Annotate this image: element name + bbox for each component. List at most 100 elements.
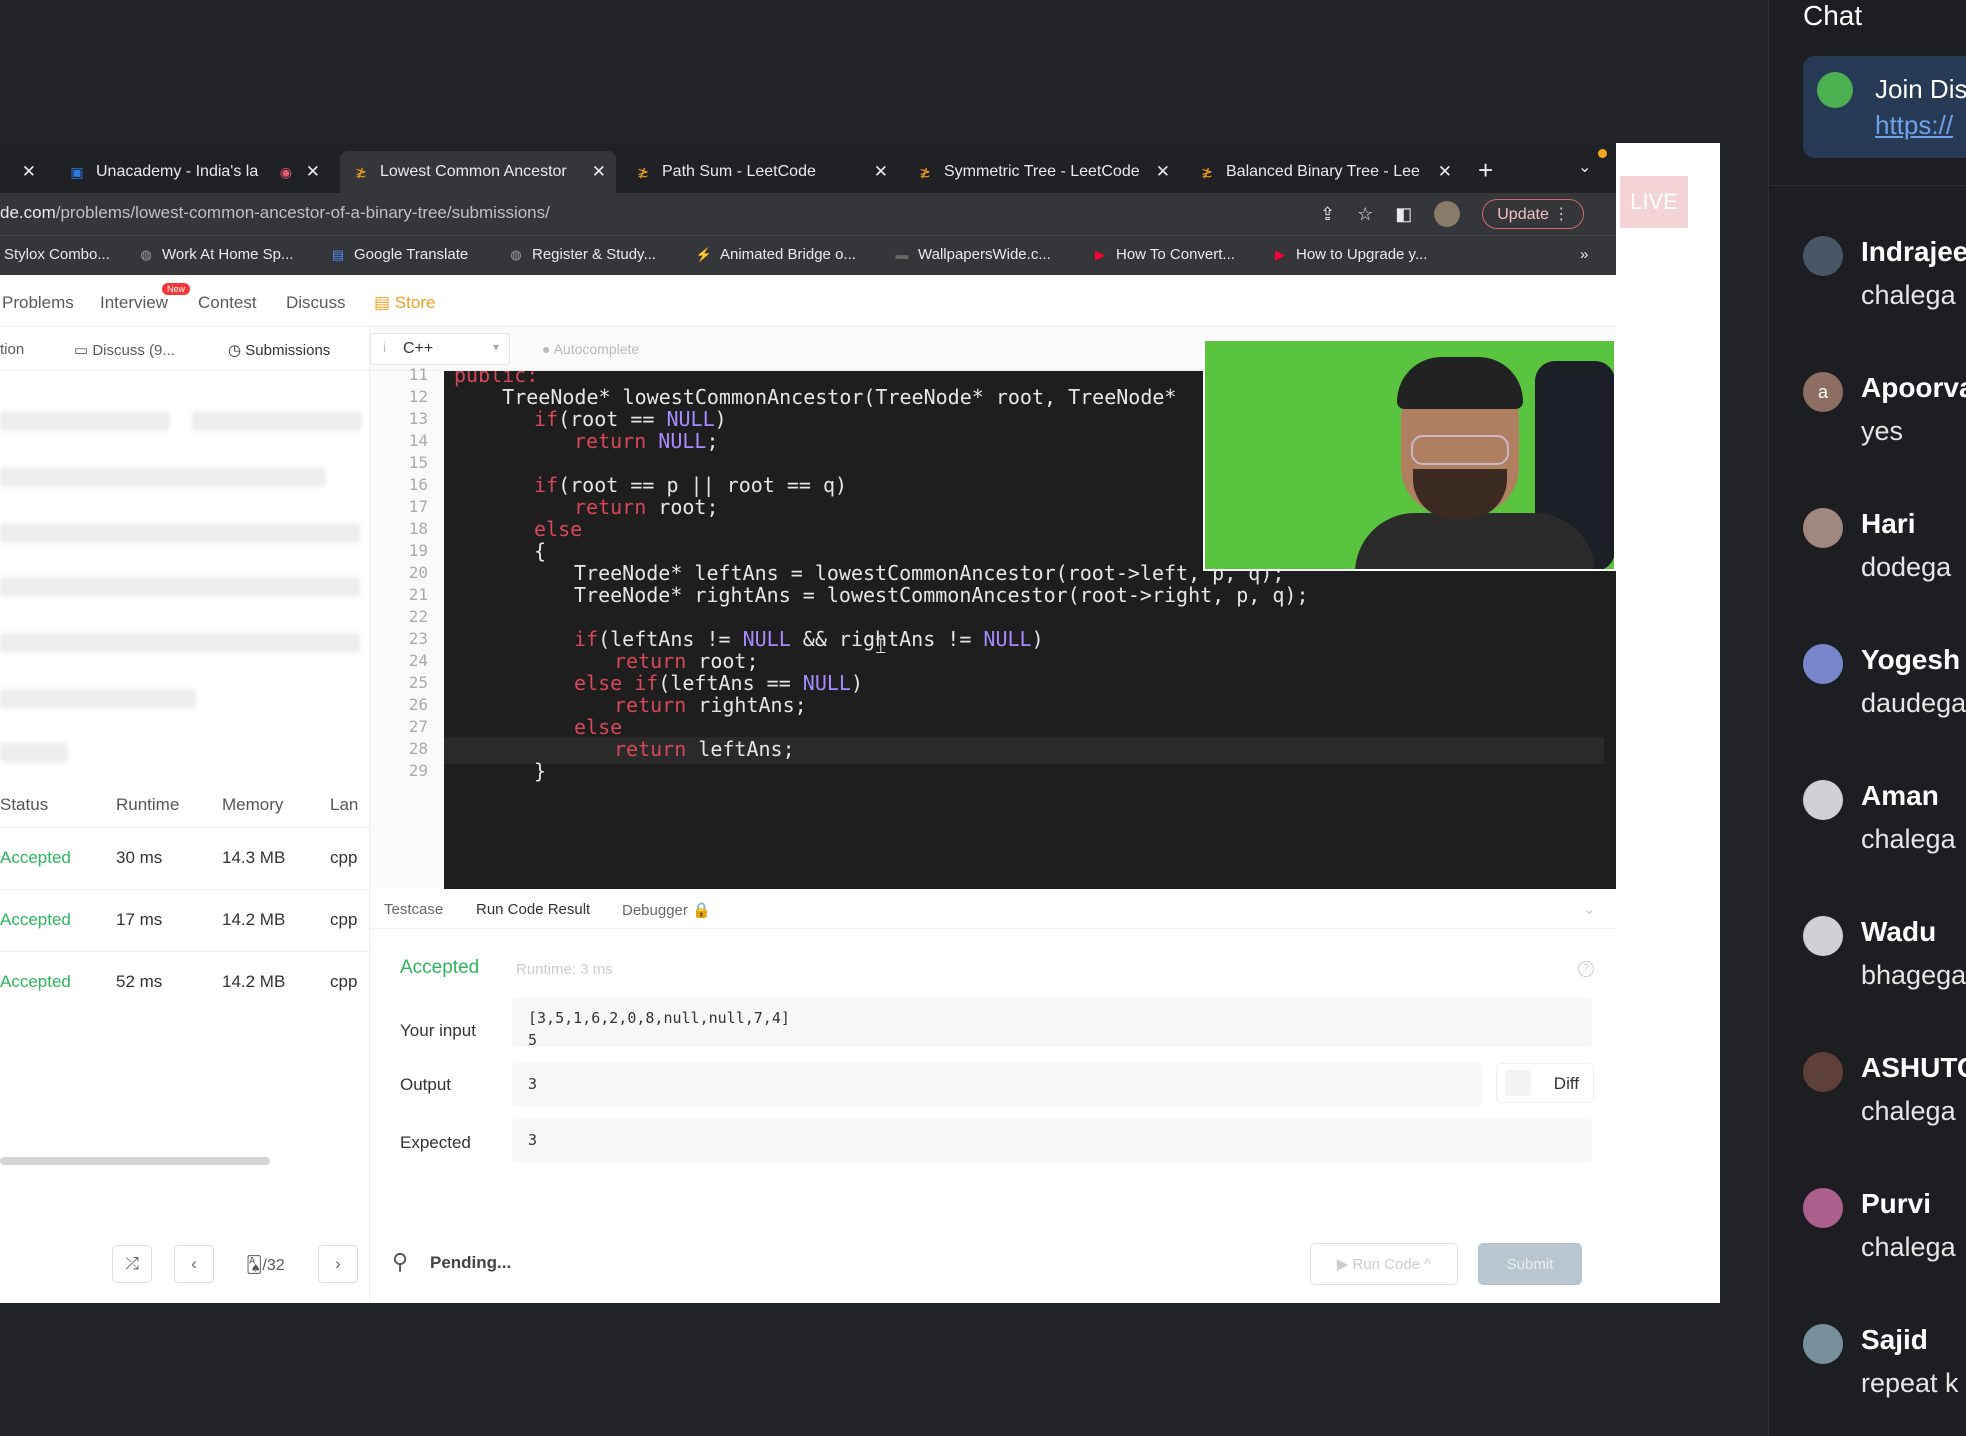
- diff-toggle[interactable]: Diff: [1496, 1063, 1594, 1103]
- discuss-icon: ▭: [74, 342, 93, 359]
- bookmark-item[interactable]: ▤ Google Translate: [330, 246, 468, 263]
- pinned-message[interactable]: Join Dis https://: [1803, 56, 1966, 158]
- star-icon[interactable]: ☆: [1357, 204, 1373, 225]
- submissions-panel: tion ▭ Discuss (9... ◷ Submissions Statu…: [0, 327, 370, 1303]
- chat-message: Aman chalega: [1803, 780, 1966, 880]
- pinned-link[interactable]: https://: [1875, 110, 1953, 141]
- tab-debugger[interactable]: Debugger 🔒: [622, 901, 711, 919]
- browser-tab[interactable]: ✕: [0, 151, 46, 193]
- leetcode-icon: ≵: [637, 163, 649, 180]
- live-label: LIVE: [1630, 189, 1678, 214]
- bookmark-label: How To Convert...: [1116, 246, 1235, 263]
- caret-down-icon: ▾: [492, 340, 499, 354]
- code-token: return: [614, 693, 687, 717]
- update-button[interactable]: Update ⋮: [1482, 199, 1585, 229]
- nav-store[interactable]: ▤ Store: [374, 293, 435, 313]
- browser-tab[interactable]: ≵ Lowest Common Ancestor ✕: [340, 151, 616, 193]
- code-token: ): [850, 671, 864, 695]
- tab-discuss[interactable]: ▭ Discuss (9...: [74, 341, 175, 359]
- diff-label: Diff: [1553, 1074, 1579, 1093]
- horizontal-scrollbar[interactable]: [0, 1157, 270, 1165]
- prev-button[interactable]: ‹: [174, 1245, 214, 1283]
- close-icon[interactable]: ✕: [874, 162, 888, 182]
- notification-dot: [1598, 149, 1607, 158]
- chevron-down-icon[interactable]: ⌄: [1578, 157, 1591, 177]
- bookmark-item[interactable]: ⚡ Animated Bridge o...: [696, 246, 856, 263]
- tab-description[interactable]: tion: [0, 341, 24, 358]
- avatar: [1803, 1324, 1843, 1364]
- message-author: Hari: [1861, 508, 1916, 539]
- bookmark-item[interactable]: Stylox Combo...: [4, 246, 110, 263]
- code-line: return rightAns;: [614, 693, 807, 720]
- browser-tab[interactable]: ≵ Symmetric Tree - LeetCode ✕: [904, 151, 1180, 193]
- user-icon: [1803, 916, 1843, 956]
- row-status[interactable]: Accepted: [0, 848, 71, 868]
- code-line: return NULL;: [574, 429, 719, 456]
- chevron-down-icon[interactable]: ⌄: [1583, 899, 1596, 919]
- message-author: Wadu: [1861, 916, 1937, 947]
- table-row[interactable]: Accepted 52 ms 14.2 MB cpp: [0, 951, 370, 1013]
- message-author: Apoorva: [1861, 372, 1966, 403]
- code-token: if: [534, 473, 559, 497]
- close-icon[interactable]: ✕: [1156, 162, 1170, 182]
- row-status[interactable]: Accepted: [0, 972, 71, 992]
- address-bar-actions: ⇪ ☆ ◧ Update ⋮: [1320, 199, 1585, 229]
- avatar: [1803, 1052, 1843, 1092]
- code-line-active: return leftAns;: [444, 737, 1604, 764]
- browser-tab[interactable]: ≵ Path Sum - LeetCode ✕: [622, 151, 898, 193]
- sidepanel-icon[interactable]: ◧: [1395, 204, 1412, 225]
- close-icon[interactable]: ✕: [1438, 162, 1452, 182]
- bookmark-item[interactable]: ▶ How to Upgrade y...: [1272, 246, 1427, 263]
- nav-discuss[interactable]: Discuss: [286, 293, 346, 313]
- close-icon[interactable]: ✕: [22, 162, 36, 182]
- line-number: 23: [408, 629, 428, 648]
- code-token: (root ==: [558, 407, 667, 431]
- tab-testcase[interactable]: Testcase: [384, 901, 443, 918]
- browser-tab[interactable]: ≵ Balanced Binary Tree - Lee ✕: [1186, 151, 1462, 193]
- help-icon[interactable]: ?: [1578, 961, 1594, 977]
- next-button[interactable]: ›: [318, 1245, 358, 1283]
- more-bookmarks-icon[interactable]: »: [1580, 246, 1588, 263]
- tab-title: Path Sum - LeetCode: [662, 163, 816, 180]
- nav-problems[interactable]: Problems: [2, 293, 74, 313]
- nav-interview[interactable]: Interview: [100, 293, 168, 313]
- bookmark-label: Animated Bridge o...: [720, 246, 856, 263]
- code-token: return: [574, 495, 647, 519]
- new-tab-icon[interactable]: +: [1478, 155, 1493, 186]
- youtube-icon: ▶: [1095, 246, 1105, 262]
- browser-tab[interactable]: ▣ Unacademy - India's la ◉ ✕: [56, 151, 330, 193]
- line-number: 16: [408, 475, 428, 494]
- line-number: 22: [408, 607, 428, 626]
- nav-contest[interactable]: Contest: [198, 293, 257, 313]
- bookmark-item[interactable]: ◍ Register & Study...: [508, 246, 656, 263]
- tab-submissions[interactable]: ◷ Submissions: [228, 341, 330, 359]
- close-icon[interactable]: ✕: [592, 162, 606, 182]
- row-memory: 14.3 MB: [222, 848, 286, 867]
- message-author: ASHUTO: [1861, 1052, 1966, 1083]
- bookmark-item[interactable]: ◍ Work At Home Sp...: [138, 246, 293, 263]
- table-row[interactable]: Accepted 17 ms 14.2 MB cpp: [0, 889, 370, 951]
- chat-message: Hari dodega: [1803, 508, 1966, 608]
- url-text[interactable]: de.com/problems/lowest-common-ancestor-o…: [0, 203, 550, 223]
- shuffle-button[interactable]: ⤮: [112, 1245, 152, 1283]
- bookmark-item[interactable]: ▶ How To Convert...: [1092, 246, 1235, 263]
- language-select[interactable]: i C++ ▾: [370, 333, 510, 365]
- share-icon[interactable]: ⇪: [1320, 204, 1335, 225]
- avatar: [1803, 1188, 1843, 1228]
- address-bar[interactable]: de.com/problems/lowest-common-ancestor-o…: [0, 193, 1616, 235]
- tab-run-code-result[interactable]: Run Code Result: [476, 901, 590, 918]
- globe-icon: ◍: [140, 246, 152, 262]
- profile-avatar[interactable]: [1434, 201, 1461, 227]
- table-row[interactable]: Accepted 30 ms 14.3 MB cpp: [0, 827, 370, 889]
- autocomplete-toggle[interactable]: ● Autocomplete: [542, 341, 639, 357]
- code-token: leftAns;: [686, 737, 795, 761]
- bookmark-item[interactable]: ▬ WallpapersWide.c...: [894, 246, 1051, 263]
- row-lang: cpp: [330, 972, 358, 991]
- submit-button[interactable]: Submit: [1478, 1243, 1582, 1285]
- row-status[interactable]: Accepted: [0, 910, 71, 930]
- close-icon[interactable]: ✕: [306, 162, 320, 182]
- run-code-button[interactable]: ▶ Run Code ^: [1310, 1243, 1458, 1285]
- toggle-switch[interactable]: [1505, 1070, 1531, 1096]
- col-memory: Memory: [222, 795, 284, 814]
- leetcode-icon: ≵: [919, 163, 931, 180]
